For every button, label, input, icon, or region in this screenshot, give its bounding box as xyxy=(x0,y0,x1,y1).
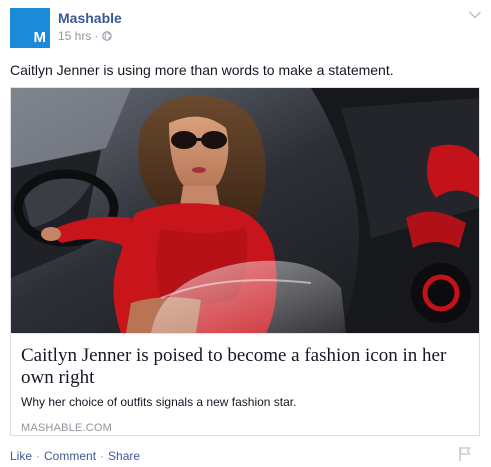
link-title[interactable]: Caitlyn Jenner is poised to become a fas… xyxy=(21,345,467,389)
post-timestamp[interactable]: 15 hrs xyxy=(58,29,91,43)
avatar-letter: M xyxy=(33,29,47,46)
meta-separator: · xyxy=(94,29,99,43)
action-separator: · xyxy=(100,449,105,463)
link-description: Why her choice of outfits signals a new … xyxy=(21,395,297,409)
comment-button[interactable]: Comment xyxy=(44,449,96,463)
flag-icon[interactable] xyxy=(458,446,472,462)
action-separator: · xyxy=(36,449,41,463)
like-button[interactable]: Like xyxy=(10,449,32,463)
chevron-down-icon[interactable] xyxy=(468,10,482,20)
photo-illustration xyxy=(11,88,479,333)
post-actions: Like · Comment · Share xyxy=(10,449,140,463)
feed-post: M Mashable 15 hrs · Caitlyn Jenner is us… xyxy=(0,0,491,467)
link-preview-card[interactable]: Caitlyn Jenner is poised to become a fas… xyxy=(10,87,480,436)
post-message: Caitlyn Jenner is using more than words … xyxy=(10,62,394,78)
link-preview-image[interactable] xyxy=(11,88,479,333)
post-meta: 15 hrs · xyxy=(58,29,113,43)
page-avatar[interactable]: M xyxy=(10,8,50,48)
globe-icon[interactable] xyxy=(102,31,113,41)
link-preview-text[interactable]: Caitlyn Jenner is poised to become a fas… xyxy=(11,333,479,435)
page-name-link[interactable]: Mashable xyxy=(58,10,122,26)
share-button[interactable]: Share xyxy=(108,449,140,463)
link-domain: MASHABLE.COM xyxy=(21,422,113,434)
